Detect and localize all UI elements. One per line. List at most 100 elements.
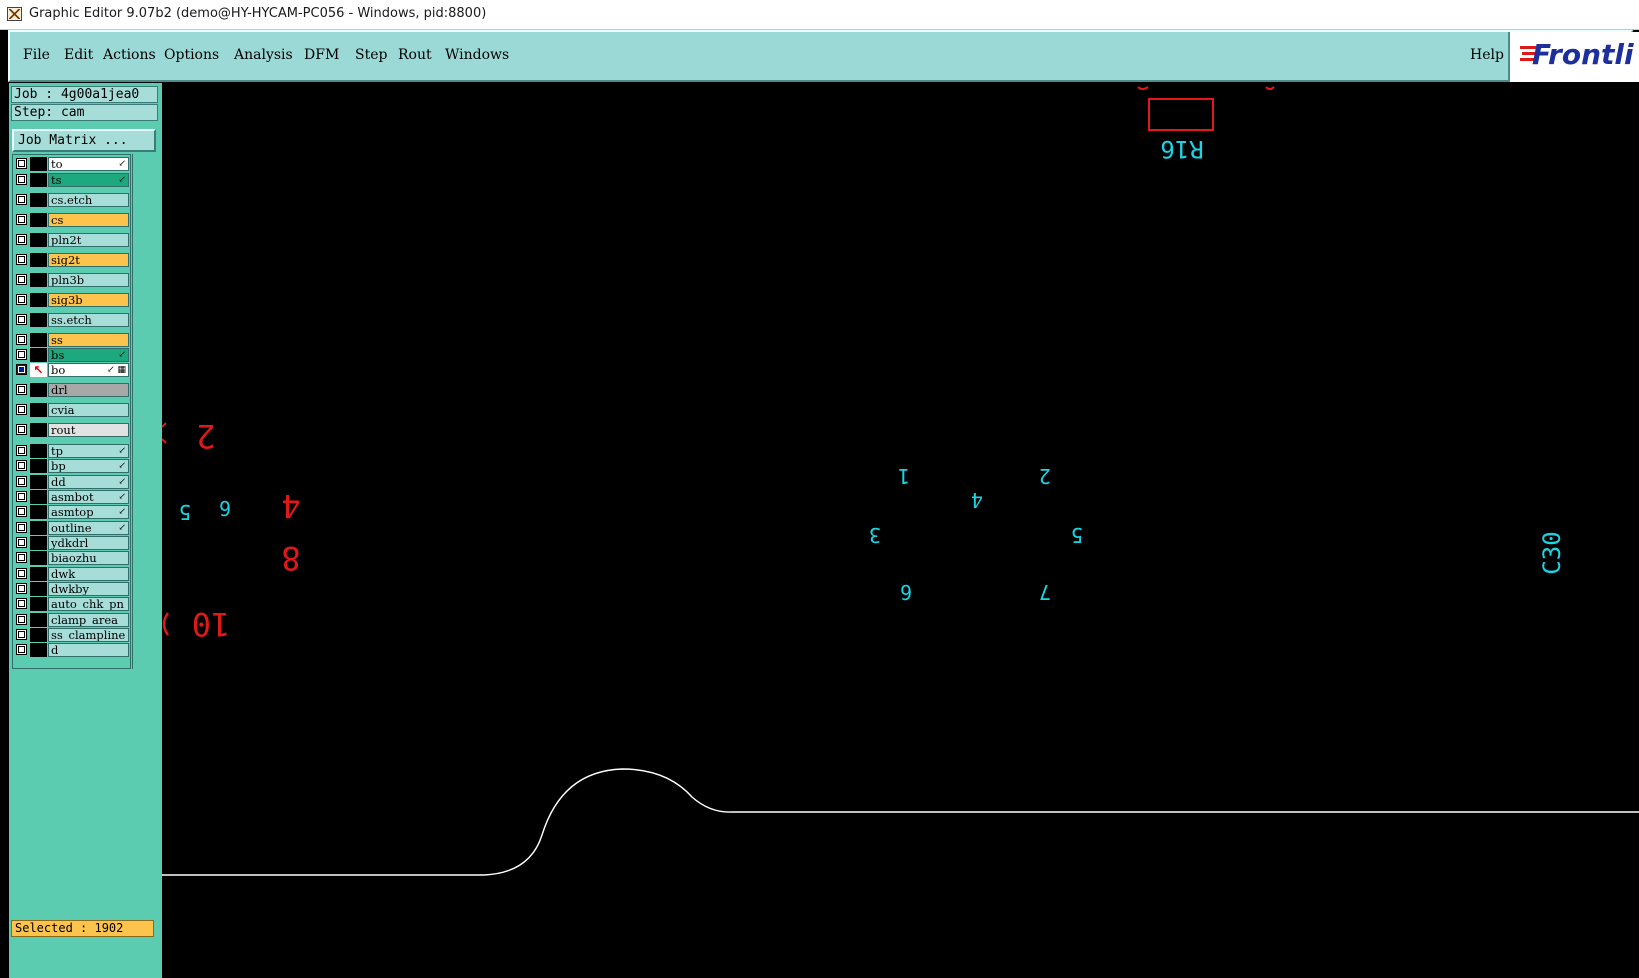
layer-checkbox[interactable] [16, 506, 27, 517]
layer-row-ts[interactable]: ts ↙ [13, 173, 130, 187]
layer-name[interactable]: d [48, 643, 129, 657]
layer-checkbox[interactable] [16, 194, 27, 205]
layer-name[interactable]: outline ↙ [48, 521, 129, 535]
layer-row-pln3b[interactable]: pln3b [13, 273, 130, 287]
layer-list-scrollbar[interactable] [132, 154, 158, 669]
menu-dfm[interactable]: DFM [304, 47, 339, 63]
layer-checkbox[interactable] [16, 334, 27, 345]
layer-name[interactable]: ts ↙ [48, 173, 129, 187]
layer-row-tp[interactable]: tp ↙ [13, 444, 130, 458]
layer-name[interactable]: asmtop ↙ [48, 505, 129, 519]
layer-status[interactable] [30, 613, 47, 627]
layer-checkbox[interactable] [16, 349, 27, 360]
layer-checkbox[interactable] [16, 583, 27, 594]
layer-checkbox[interactable] [16, 476, 27, 487]
layer-name[interactable]: ss_clampline [48, 628, 129, 642]
layer-status[interactable] [30, 233, 47, 247]
job-matrix-button[interactable]: Job Matrix ... [12, 129, 156, 152]
work-layer-arrow-icon[interactable]: ↖ [30, 363, 47, 377]
layer-status[interactable] [30, 459, 47, 473]
layer-status[interactable] [30, 551, 47, 565]
layer-checkbox[interactable] [16, 552, 27, 563]
layer-name[interactable]: to ↙ [48, 157, 129, 171]
layer-checkbox[interactable] [16, 644, 27, 655]
layer-status[interactable] [30, 333, 47, 347]
layer-row-rout[interactable]: rout [13, 423, 130, 437]
layer-row-clamp-area[interactable]: clamp_area [13, 613, 130, 627]
layer-status[interactable] [30, 567, 47, 581]
layer-status[interactable] [30, 505, 47, 519]
layer-checkbox[interactable] [16, 614, 27, 625]
layer-row-asmbot[interactable]: asmbot ↙ [13, 490, 130, 504]
layer-name[interactable]: asmbot ↙ [48, 490, 129, 504]
layer-checkbox[interactable] [16, 598, 27, 609]
layer-name[interactable]: cvia [48, 403, 129, 417]
layer-row-cs[interactable]: cs [13, 213, 130, 227]
layer-row-to[interactable]: to ↙ [13, 157, 130, 171]
layer-name[interactable]: biaozhu [48, 551, 129, 565]
layer-row-outline[interactable]: outline ↙ [13, 521, 130, 535]
layer-checkbox[interactable] [16, 445, 27, 456]
layer-checkbox[interactable] [16, 314, 27, 325]
layer-status[interactable] [30, 403, 47, 417]
layer-status[interactable] [30, 348, 47, 362]
layer-status[interactable] [30, 213, 47, 227]
layer-checkbox[interactable] [16, 568, 27, 579]
layer-checkbox[interactable] [16, 384, 27, 395]
layer-name[interactable]: bs ↙ [48, 348, 129, 362]
layer-name[interactable]: cs [48, 213, 129, 227]
layer-row-drl[interactable]: drl [13, 383, 130, 397]
menu-actions[interactable]: Actions [103, 47, 156, 63]
layer-status[interactable] [30, 193, 47, 207]
layer-row-d[interactable]: d [13, 643, 130, 657]
layer-checkbox[interactable] [16, 404, 27, 415]
layer-name[interactable]: rout [48, 423, 129, 437]
layer-name[interactable]: drl [48, 383, 129, 397]
layer-row-ss-clampline[interactable]: ss_clampline [13, 628, 130, 642]
layer-row-ydkdrl[interactable]: ydkdrl [13, 536, 130, 550]
layer-status[interactable] [30, 273, 47, 287]
layer-row-bo[interactable]: ↖ bo ↙ ▦ [13, 363, 130, 377]
menu-windows[interactable]: Windows [445, 47, 509, 63]
layer-row-dd[interactable]: dd ↙ [13, 475, 130, 489]
layer-checkbox[interactable] [16, 214, 27, 225]
layer-row-cvia[interactable]: cvia [13, 403, 130, 417]
layer-checkbox[interactable] [16, 460, 27, 471]
layer-name[interactable]: dd ↙ [48, 475, 129, 489]
layer-status[interactable] [30, 582, 47, 596]
layer-status[interactable] [30, 157, 47, 171]
layer-checkbox[interactable] [16, 234, 27, 245]
menu-help[interactable]: Help [1470, 47, 1504, 63]
layer-status[interactable] [30, 643, 47, 657]
layer-checkbox[interactable] [16, 491, 27, 502]
layer-checkbox[interactable] [16, 424, 27, 435]
layer-checkbox[interactable] [16, 158, 27, 169]
layer-name[interactable]: clamp_area [48, 613, 129, 627]
layer-name[interactable]: dwkby [48, 582, 129, 596]
layer-status[interactable] [30, 444, 47, 458]
layer-name[interactable]: sig3b [48, 293, 129, 307]
layer-row-bp[interactable]: bp ↙ [13, 459, 130, 473]
layer-name[interactable]: pln3b [48, 273, 129, 287]
menu-analysis[interactable]: Analysis [234, 47, 293, 63]
layer-name[interactable]: ss [48, 333, 129, 347]
layer-checkbox[interactable] [16, 364, 27, 375]
layer-row-cs-etch[interactable]: cs.etch [13, 193, 130, 207]
menu-options[interactable]: Options [164, 47, 219, 63]
menu-step[interactable]: Step [355, 47, 387, 63]
layer-checkbox[interactable] [16, 522, 27, 533]
layer-row-bs[interactable]: bs ↙ [13, 348, 130, 362]
layer-row-ss-etch[interactable]: ss.etch [13, 313, 130, 327]
layer-checkbox[interactable] [16, 274, 27, 285]
menu-edit[interactable]: Edit [64, 47, 93, 63]
layer-status[interactable] [30, 313, 47, 327]
layer-status[interactable] [30, 521, 47, 535]
layer-checkbox[interactable] [16, 294, 27, 305]
layer-checkbox[interactable] [16, 174, 27, 185]
layer-name[interactable]: pln2t [48, 233, 129, 247]
layer-name[interactable]: sig2t [48, 253, 129, 267]
layer-row-auto-chk-pn[interactable]: auto_chk_pn [13, 597, 130, 611]
menu-rout[interactable]: Rout [398, 47, 432, 63]
layer-status[interactable] [30, 423, 47, 437]
layer-row-pln2t[interactable]: pln2t [13, 233, 130, 247]
